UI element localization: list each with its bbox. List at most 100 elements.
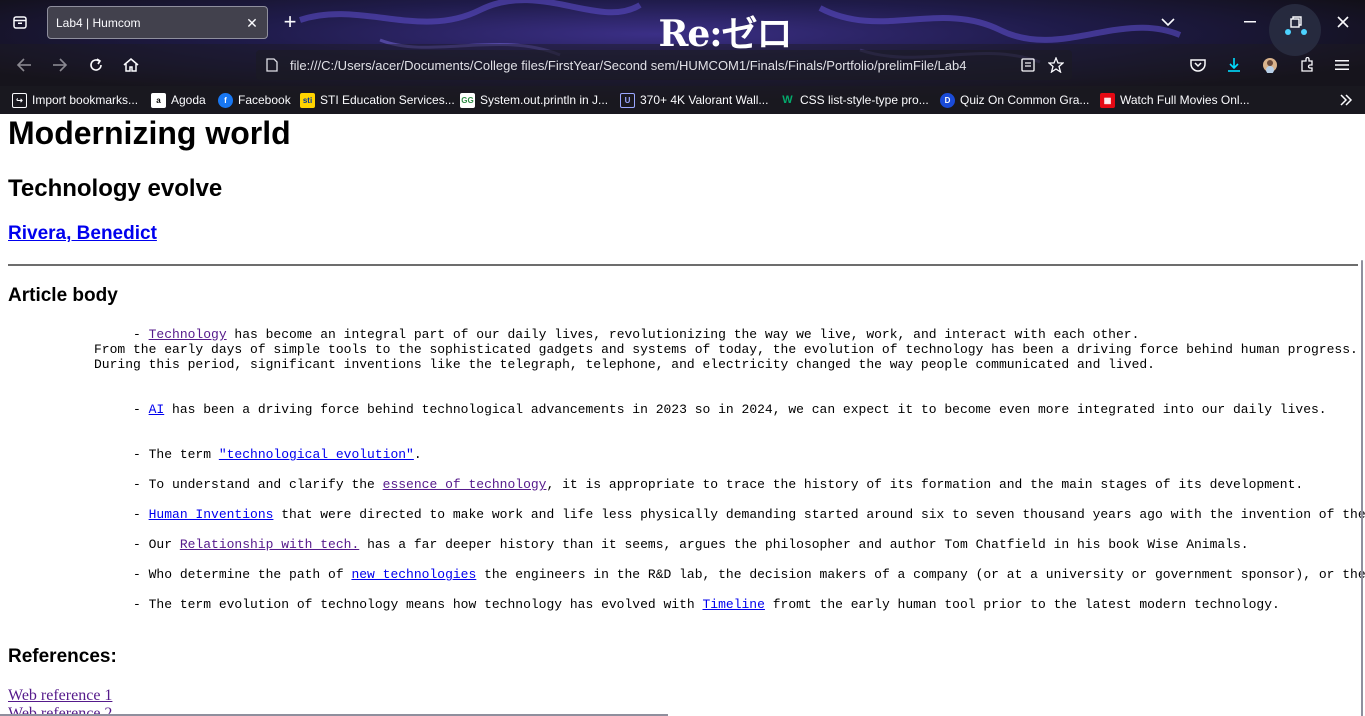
paragraph-text: During this period, significant inventio… xyxy=(94,357,1155,372)
forward-icon[interactable] xyxy=(50,55,70,75)
article-link[interactable]: Timeline xyxy=(703,597,765,612)
vertical-scrollbar[interactable] xyxy=(1361,260,1363,716)
article-paragraph: - To understand and clarify the essence … xyxy=(94,477,1303,492)
bookmark-gfg[interactable]: GG System.out.println in J... xyxy=(460,91,608,109)
bookmark-label: 370+ 4K Valorant Wall... xyxy=(640,93,769,107)
paragraph-text: has been a driving force behind technolo… xyxy=(164,402,1327,417)
author-link[interactable]: Rivera, Benedict xyxy=(8,223,157,244)
article-paragraph: - The term evolution of technology means… xyxy=(94,597,1280,612)
paragraph-text: - xyxy=(94,402,149,417)
article-paragraph: - Our Relationship with tech. has a far … xyxy=(94,537,1249,552)
bookmarks-toolbar: ↪ Import bookmarks... a Agoda f Facebook… xyxy=(0,86,1365,114)
article-link[interactable]: new technologies xyxy=(351,567,476,582)
facebook-icon: f xyxy=(218,92,233,108)
article-paragraph: - AI has been a driving force behind tec… xyxy=(94,402,1327,417)
paragraph-text: - The term xyxy=(94,447,219,462)
paragraph-text: . xyxy=(413,447,422,462)
article-paragraph: From the early days of simple tools to t… xyxy=(94,342,1358,357)
page-title: Modernizing world xyxy=(8,115,291,151)
bookmark-label: System.out.println in J... xyxy=(480,93,609,107)
paragraph-text: the engineers in the R&D lab, the decisi… xyxy=(484,567,1365,582)
bookmark-agoda[interactable]: a Agoda xyxy=(151,91,206,109)
bookmark-label: STI Education Services... xyxy=(320,93,455,107)
article-link[interactable]: Relationship with tech. xyxy=(180,537,359,552)
page-content: Modernizing world Technology evolve Rive… xyxy=(0,114,1365,716)
article-body-heading: Article body xyxy=(8,285,118,306)
minimize-icon[interactable] xyxy=(1240,12,1260,32)
bookmark-label: CSS list-style-type pro... xyxy=(800,93,929,107)
sti-icon: sti xyxy=(300,92,315,108)
valorant-icon: U xyxy=(620,92,635,108)
paragraph-text: - xyxy=(94,507,149,522)
tab-title: Lab4 | Humcom xyxy=(56,16,141,30)
article-paragraph: During this period, significant inventio… xyxy=(94,357,1155,372)
w3-icon: W xyxy=(782,94,793,106)
paragraph-text: - The term evolution of technology means… xyxy=(94,597,703,612)
import-icon: ↪ xyxy=(12,92,27,108)
article-paragraph: - The term "technological evolution". xyxy=(94,447,422,462)
bookmark-facebook[interactable]: f Facebook xyxy=(218,91,291,109)
bookmark-label: Watch Full Movies Onl... xyxy=(1120,93,1250,107)
paragraph-text: that were directed to make work and life… xyxy=(273,507,1365,522)
paragraph-text: , it is appropriate to trace the history… xyxy=(546,477,1304,492)
bookmark-label: Import bookmarks... xyxy=(32,93,139,107)
paragraph-text: - Our xyxy=(94,537,180,552)
menu-icon[interactable] xyxy=(1332,55,1352,75)
bookmark-label: Agoda xyxy=(171,93,206,107)
restore-icon[interactable] xyxy=(1286,12,1306,32)
new-tab-button[interactable]: + xyxy=(279,9,301,34)
paragraph-text: From the early days of simple tools to t… xyxy=(94,342,1358,357)
bookmark-import[interactable]: ↪ Import bookmarks... xyxy=(12,91,138,109)
article-paragraph: - Human Inventions that were directed to… xyxy=(94,507,1365,522)
divider xyxy=(8,264,1358,266)
article-link[interactable]: Human Inventions xyxy=(149,507,274,522)
article-link[interactable]: AI xyxy=(149,402,165,417)
back-icon[interactable] xyxy=(14,55,34,75)
paragraph-text: has a far deeper history than it seems, … xyxy=(359,537,1249,552)
paragraph-text: has become an integral part of our daily… xyxy=(226,327,1140,342)
paragraph-text: fromt the early human tool prior to the … xyxy=(764,597,1280,612)
home-icon[interactable] xyxy=(121,55,141,75)
reload-icon[interactable] xyxy=(86,55,106,75)
author-heading: Rivera, Benedict xyxy=(8,223,157,245)
pocket-icon[interactable] xyxy=(1188,55,1208,75)
url-text[interactable]: file:///C:/Users/acer/Documents/College … xyxy=(290,58,1010,73)
paragraph-text: - xyxy=(94,327,149,342)
paragraph-text: - To understand and clarify the xyxy=(94,477,383,492)
bookmark-label: Quiz On Common Gra... xyxy=(960,93,1090,107)
downloads-icon[interactable] xyxy=(1224,55,1244,75)
bookmark-valorant[interactable]: U 370+ 4K Valorant Wall... xyxy=(620,91,768,109)
file-icon xyxy=(264,57,280,73)
firefox-view-icon[interactable] xyxy=(8,11,32,33)
tab-lab4[interactable]: Lab4 | Humcom ✕ xyxy=(47,6,268,39)
gfg-icon: GG xyxy=(460,92,475,108)
browser-chrome: Lab4 | Humcom ✕ + Re:ゼロ file:///C:/Users… xyxy=(0,0,1365,114)
bookmark-w3[interactable]: W CSS list-style-type pro... xyxy=(780,91,929,109)
url-bar[interactable]: file:///C:/Users/acer/Documents/College … xyxy=(256,50,1072,80)
paragraph-text: - Who determine the path of xyxy=(94,567,352,582)
article-paragraph: - Who determine the path of new technolo… xyxy=(94,567,1365,582)
extensions-icon[interactable] xyxy=(1297,55,1317,75)
close-tab-icon[interactable]: ✕ xyxy=(243,14,261,32)
close-window-icon[interactable] xyxy=(1333,12,1353,32)
movies-icon: ▦ xyxy=(1100,92,1115,108)
bookmark-star-icon[interactable] xyxy=(1048,57,1064,73)
page-subtitle: Technology evolve xyxy=(8,175,223,202)
list-all-tabs-icon[interactable] xyxy=(1158,12,1178,32)
quiz-icon: D xyxy=(940,92,955,108)
article-link[interactable]: essence of technology xyxy=(383,477,547,492)
bookmark-movies[interactable]: ▦ Watch Full Movies Onl... xyxy=(1100,91,1250,109)
extension-avatar-icon[interactable] xyxy=(1260,55,1280,75)
agoda-icon: a xyxy=(151,92,166,108)
bookmark-sti[interactable]: sti STI Education Services... xyxy=(300,91,455,109)
article-paragraph: - Technology has become an integral part… xyxy=(94,327,1139,342)
references-heading: References: xyxy=(8,646,117,667)
article-link[interactable]: "technological evolution" xyxy=(219,447,414,462)
tab-strip: Lab4 | Humcom ✕ + Re:ゼロ xyxy=(0,0,1365,55)
bookmarks-overflow-icon[interactable] xyxy=(1336,90,1356,110)
bookmark-quiz[interactable]: D Quiz On Common Gra... xyxy=(940,91,1089,109)
reader-view-icon[interactable] xyxy=(1020,57,1036,73)
web-reference-1-link[interactable]: Web reference 1 xyxy=(8,687,112,705)
article-link[interactable]: Technology xyxy=(149,327,227,342)
nav-bar: file:///C:/Users/acer/Documents/College … xyxy=(0,44,1365,86)
